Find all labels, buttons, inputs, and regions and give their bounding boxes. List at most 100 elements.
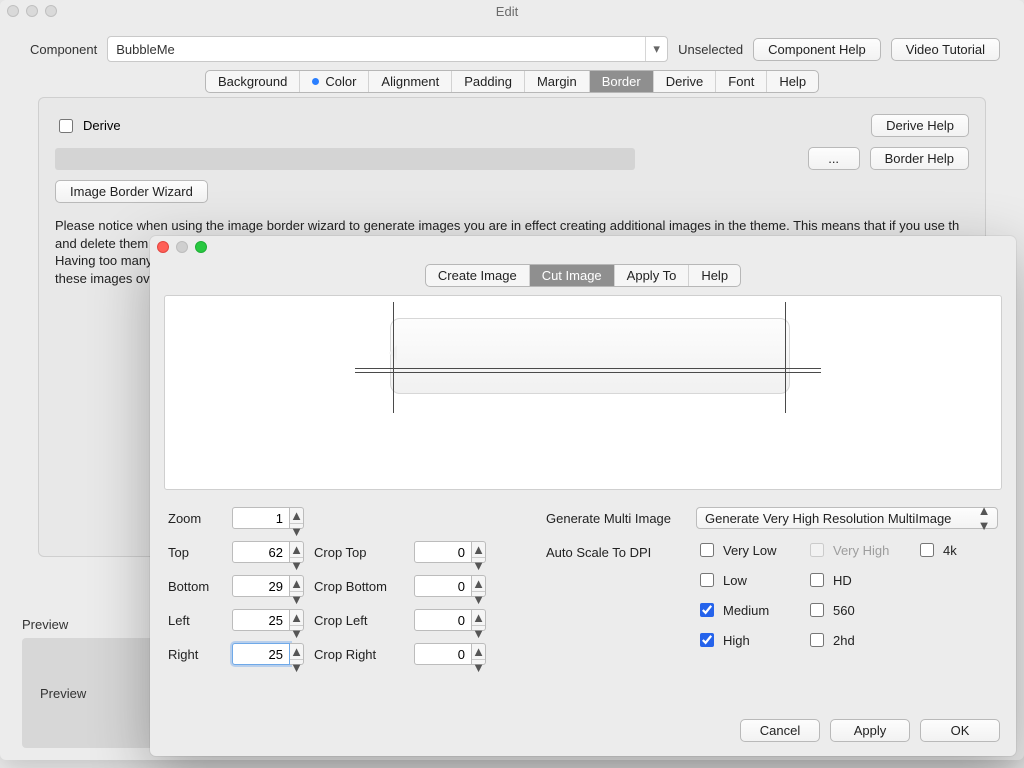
cancel-button[interactable]: Cancel: [740, 719, 820, 742]
browse-button[interactable]: ...: [808, 147, 860, 170]
tab-padding[interactable]: Padding: [452, 71, 525, 92]
tab-help[interactable]: Help: [767, 71, 818, 92]
stepper-arrows-icon[interactable]: ▲▼: [290, 507, 304, 529]
dpi-very-high: Very High: [806, 540, 916, 560]
edit-titlebar: Edit: [0, 0, 1024, 22]
zoom-icon[interactable]: [45, 5, 57, 17]
derive-checkbox[interactable]: Derive: [55, 116, 121, 136]
right-stepper[interactable]: ▲▼: [232, 643, 304, 665]
crop-top-input[interactable]: [414, 541, 472, 563]
dot-icon: [312, 78, 319, 85]
dpi-medium[interactable]: Medium: [696, 600, 806, 620]
guide-right[interactable]: [785, 302, 786, 413]
tab-font[interactable]: Font: [716, 71, 767, 92]
crop-top-label: Crop Top: [314, 545, 404, 560]
tab-alignment[interactable]: Alignment: [369, 71, 452, 92]
image-border-wizard-button[interactable]: Image Border Wizard: [55, 180, 208, 203]
component-select[interactable]: BubbleMe ▾: [107, 36, 668, 62]
top-input[interactable]: [232, 541, 290, 563]
minimize-icon[interactable]: [176, 241, 188, 253]
dpi-4k[interactable]: 4k: [916, 540, 996, 560]
updown-icon: ▲▼: [975, 508, 993, 528]
margin-column: Zoom ▲▼ Top ▲▼ Crop Top ▲▼ Bott: [168, 506, 486, 666]
zoom-icon[interactable]: [195, 241, 207, 253]
tab-color[interactable]: Color: [300, 71, 369, 92]
stepper-arrows-icon[interactable]: ▲▼: [472, 575, 486, 597]
stepper-arrows-icon[interactable]: ▲▼: [290, 541, 304, 563]
guide-bottom[interactable]: [355, 372, 821, 373]
tab-create-image[interactable]: Create Image: [426, 265, 530, 286]
bottom-label: Bottom: [168, 579, 222, 594]
border-value-field[interactable]: [55, 148, 635, 170]
unselected-label: Unselected: [678, 42, 743, 57]
crop-left-label: Crop Left: [314, 613, 404, 628]
crop-right-stepper[interactable]: ▲▼: [414, 643, 486, 665]
component-help-button[interactable]: Component Help: [753, 38, 881, 61]
guide-top[interactable]: [355, 368, 821, 369]
top-stepper[interactable]: ▲▼: [232, 541, 304, 563]
dpi-560[interactable]: 560: [806, 600, 916, 620]
stepper-arrows-icon[interactable]: ▲▼: [472, 541, 486, 563]
tab-help[interactable]: Help: [689, 265, 740, 286]
crop-top-stepper[interactable]: ▲▼: [414, 541, 486, 563]
tab-derive[interactable]: Derive: [654, 71, 717, 92]
zoom-label: Zoom: [168, 511, 222, 526]
tab-background[interactable]: Background: [206, 71, 300, 92]
apply-button[interactable]: Apply: [830, 719, 910, 742]
video-tutorial-button[interactable]: Video Tutorial: [891, 38, 1000, 61]
component-label: Component: [30, 42, 97, 57]
derive-help-button[interactable]: Derive Help: [871, 114, 969, 137]
crop-left-stepper[interactable]: ▲▼: [414, 609, 486, 631]
tab-apply-to[interactable]: Apply To: [615, 265, 690, 286]
dpi-high[interactable]: High: [696, 630, 806, 650]
dpi-2hd[interactable]: 2hd: [806, 630, 916, 650]
tab-cut-image[interactable]: Cut Image: [530, 265, 615, 286]
bottom-stepper[interactable]: ▲▼: [232, 575, 304, 597]
zoom-input[interactable]: [232, 507, 290, 529]
crop-right-input[interactable]: [414, 643, 472, 665]
left-input[interactable]: [232, 609, 290, 631]
stepper-arrows-icon[interactable]: ▲▼: [290, 609, 304, 631]
component-row: Component BubbleMe ▾ Unselected Componen…: [0, 22, 1024, 70]
bottom-input[interactable]: [232, 575, 290, 597]
top-label: Top: [168, 545, 222, 560]
ok-button[interactable]: OK: [920, 719, 1000, 742]
cut-preview-canvas[interactable]: [164, 295, 1002, 490]
guide-left[interactable]: [393, 302, 394, 413]
gen-multi-value: Generate Very High Resolution MultiImage: [705, 511, 951, 526]
window-title: Edit: [64, 4, 950, 19]
close-icon[interactable]: [157, 241, 169, 253]
crop-left-input[interactable]: [414, 609, 472, 631]
crop-bottom-stepper[interactable]: ▲▼: [414, 575, 486, 597]
stepper-arrows-icon[interactable]: ▲▼: [290, 575, 304, 597]
dpi-low[interactable]: Low: [696, 570, 806, 590]
crop-bottom-label: Crop Bottom: [314, 579, 404, 594]
stepper-arrows-icon[interactable]: ▲▼: [472, 609, 486, 631]
stepper-arrows-icon[interactable]: ▲▼: [472, 643, 486, 665]
close-icon[interactable]: [7, 5, 19, 17]
right-input[interactable]: [232, 643, 290, 665]
zoom-stepper[interactable]: ▲▼: [232, 507, 304, 529]
preview-content: Preview: [40, 686, 86, 701]
derive-checkbox-input[interactable]: [59, 119, 73, 133]
crop-bottom-input[interactable]: [414, 575, 472, 597]
wizard-tabs: Create Image Cut Image Apply To Help: [425, 264, 741, 287]
dpi-hd[interactable]: HD: [806, 570, 916, 590]
gen-multi-select[interactable]: Generate Very High Resolution MultiImage…: [696, 507, 998, 529]
stepper-arrows-icon[interactable]: ▲▼: [290, 643, 304, 665]
tab-border[interactable]: Border: [590, 71, 654, 92]
dpi-grid: Very Low Very High 4k Low HD Medium 560 …: [696, 540, 998, 650]
chevron-down-icon: ▾: [645, 37, 667, 61]
style-tabs: Background Color Alignment Padding Margi…: [205, 70, 819, 93]
left-stepper[interactable]: ▲▼: [232, 609, 304, 631]
border-help-button[interactable]: Border Help: [870, 147, 969, 170]
minimize-icon[interactable]: [26, 5, 38, 17]
gen-multi-label: Generate Multi Image: [546, 511, 686, 526]
component-value: BubbleMe: [116, 42, 175, 57]
tab-margin[interactable]: Margin: [525, 71, 590, 92]
autoscale-label: Auto Scale To DPI: [546, 545, 686, 560]
crop-right-label: Crop Right: [314, 647, 404, 662]
right-label: Right: [168, 647, 222, 662]
cut-form: Zoom ▲▼ Top ▲▼ Crop Top ▲▼ Bott: [150, 490, 1016, 670]
dpi-very-low[interactable]: Very Low: [696, 540, 806, 560]
